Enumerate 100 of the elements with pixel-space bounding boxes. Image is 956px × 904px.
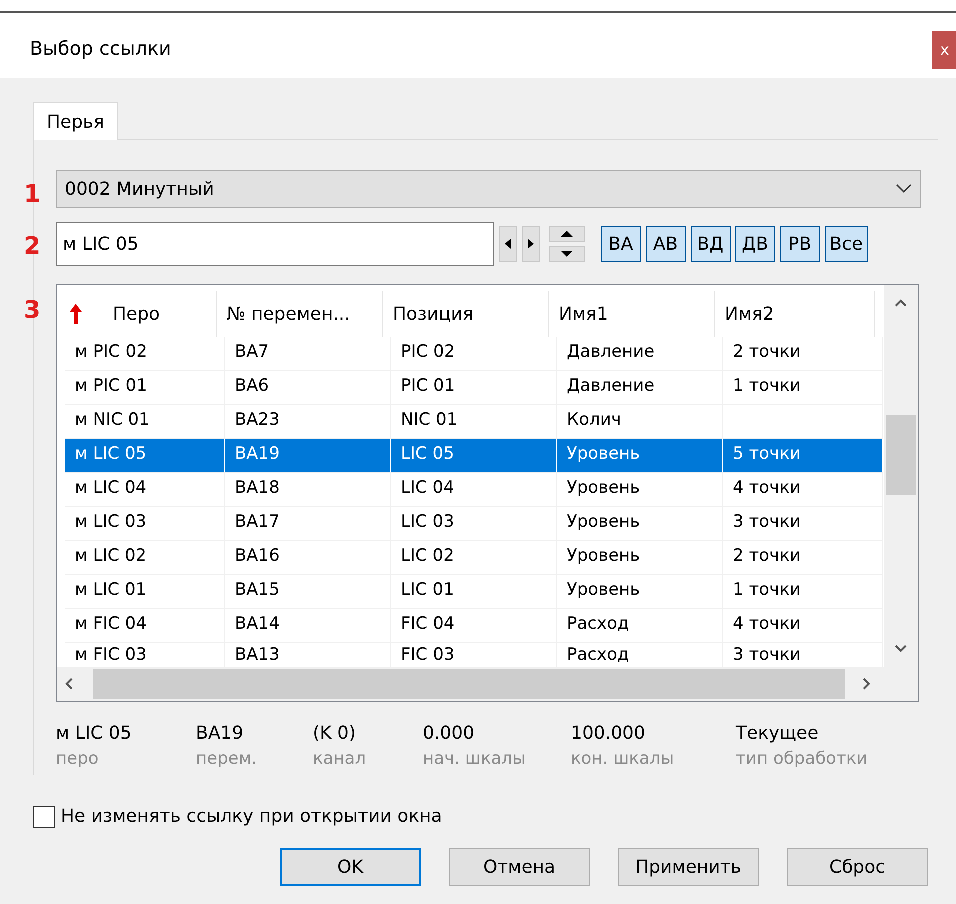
table-cell: LIC 05 [391, 439, 557, 472]
dialog-button[interactable]: OK [280, 848, 422, 886]
table-row[interactable]: м PIC 01 BA6 PIC 01 Давление 1 точки [65, 371, 883, 405]
table-cell: LIC 04 [391, 473, 557, 506]
table-cell: NIC 01 [391, 405, 557, 438]
detail-value: Текущее [736, 722, 820, 746]
column-header[interactable]: Перо [57, 291, 217, 337]
filter-button[interactable]: Все [824, 226, 868, 262]
table-row[interactable]: м LIC 03 BA17 LIC 03 Уровень 3 точки [65, 507, 883, 541]
table-cell: Расход [557, 609, 723, 642]
table-cell: Уровень [557, 541, 723, 574]
table-cell: BA6 [225, 371, 391, 404]
table-cell: BA15 [225, 575, 391, 608]
table-cell: BA7 [225, 337, 391, 370]
table-cell: м LIC 04 [65, 473, 225, 506]
table-cell: BA18 [225, 473, 391, 506]
table-cell: LIC 03 [391, 507, 557, 540]
table-cell: Уровень [557, 575, 723, 608]
callout-number: 3 [24, 295, 41, 326]
detail-label: кон. шкалы [571, 748, 676, 771]
detail-value: (K 0) [313, 722, 358, 746]
filter-button[interactable]: ВД [690, 226, 730, 262]
chevron-down-icon [896, 184, 912, 194]
table-cell: 4 точки [723, 473, 883, 506]
table-row[interactable]: м PIC 02 BA7 PIC 02 Давление 2 точки [65, 337, 883, 371]
close-button[interactable]: x [932, 31, 956, 69]
table-cell: Уровень [557, 439, 723, 472]
detail-value: BA19 [196, 722, 245, 746]
table-cell: LIC 02 [391, 541, 557, 574]
selected-row-highlight[interactable]: м LIC 05 BA19 LIC 05 Уровень 5 точки [65, 439, 883, 473]
scroll-left-icon [65, 678, 73, 690]
table-cell: BA16 [225, 541, 391, 574]
table-cell: Давление [557, 371, 723, 404]
table-cell: м PIC 02 [65, 337, 225, 370]
table-cell: м PIC 01 [65, 371, 225, 404]
table-cell: 1 точки [723, 575, 883, 608]
dialog-button[interactable]: Сброс [787, 848, 928, 886]
spin-up-button[interactable] [549, 226, 585, 242]
filter-button[interactable]: ДВ [735, 226, 776, 262]
detail-value: 0.000 [423, 722, 476, 746]
table-cell: PIC 01 [391, 371, 557, 404]
scrollbar-thumb[interactable] [93, 669, 845, 699]
horizontal-scrollbar[interactable] [57, 667, 918, 701]
detail-label: перо [56, 748, 100, 771]
vertical-scrollbar[interactable] [884, 285, 918, 667]
table-cell: PIC 02 [391, 337, 557, 370]
column-header[interactable]: № перемен... [217, 291, 383, 337]
scroll-left-button[interactable] [498, 226, 517, 262]
triangle-right-icon [528, 239, 534, 249]
table-cell: 4 точки [723, 609, 883, 642]
dialog-button[interactable]: Применить [618, 848, 760, 886]
scroll-right-icon [863, 678, 871, 690]
table-cell: 2 точки [723, 541, 883, 574]
scroll-right-button[interactable] [522, 226, 540, 262]
checkbox-label[interactable]: Не изменять ссылку при открытии окна [61, 803, 442, 830]
table-cell: м LIC 05 [65, 439, 225, 472]
detail-value: 100.000 [571, 722, 646, 746]
table-cell: Колич [557, 405, 723, 438]
checkbox[interactable] [33, 806, 55, 828]
spin-down-button[interactable] [549, 246, 585, 262]
archive-dropdown[interactable]: 0002 Минутный [56, 170, 921, 208]
table-row[interactable]: м LIC 02 BA16 LIC 02 Уровень 2 точки [65, 541, 883, 575]
table-cell: 2 точки [723, 337, 883, 370]
table-cell: 5 точки [723, 439, 883, 472]
filter-button[interactable]: РВ [780, 226, 820, 262]
detail-label: нач. шкалы [423, 748, 527, 771]
table-cell: Уровень [557, 507, 723, 540]
triangle-down-icon [561, 251, 573, 258]
table-cell: м LIC 02 [65, 541, 225, 574]
detail-label: тип обработки [736, 748, 869, 771]
detail-label: перем. [196, 748, 258, 771]
callout-number: 1 [24, 179, 41, 210]
tab[interactable]: Перья [33, 102, 118, 140]
table-cell: Уровень [557, 473, 723, 506]
scrollbar-thumb[interactable] [886, 415, 916, 495]
table-cell: м LIC 03 [65, 507, 225, 540]
table-row[interactable]: м LIC 04 BA18 LIC 04 Уровень 4 точки [65, 473, 883, 507]
table-cell: LIC 01 [391, 575, 557, 608]
scroll-up-icon [895, 299, 907, 307]
column-header[interactable]: Имя1 [549, 291, 715, 337]
table-cell: BA19 [225, 439, 391, 472]
dialog-button[interactable]: Отмена [449, 848, 590, 886]
table-cell: 1 точки [723, 371, 883, 404]
column-header[interactable]: Позиция [383, 291, 549, 337]
detail-value: м LIC 05 [56, 722, 133, 746]
table-cell: м LIC 01 [65, 575, 225, 608]
table-row[interactable]: м LIC 01 BA15 LIC 01 Уровень 1 точки [65, 575, 883, 609]
table-cell: FIC 04 [391, 609, 557, 642]
table-cell: м FIC 04 [65, 609, 225, 642]
detail-label: канал [313, 748, 368, 771]
callout-number: 2 [24, 231, 41, 262]
filter-button[interactable]: ВА [601, 226, 641, 262]
table-cell: 3 точки [723, 507, 883, 540]
column-header[interactable]: Имя2 [715, 291, 875, 337]
table-row[interactable]: м FIC 04 BA14 FIC 04 Расход 4 точки [65, 609, 883, 643]
filter-button[interactable]: АВ [646, 226, 686, 262]
table-cell: Давление [557, 337, 723, 370]
triangle-up-icon [561, 230, 573, 237]
search-field[interactable]: м LIC 05 [56, 222, 494, 266]
table-cell: BA23 [225, 405, 391, 438]
